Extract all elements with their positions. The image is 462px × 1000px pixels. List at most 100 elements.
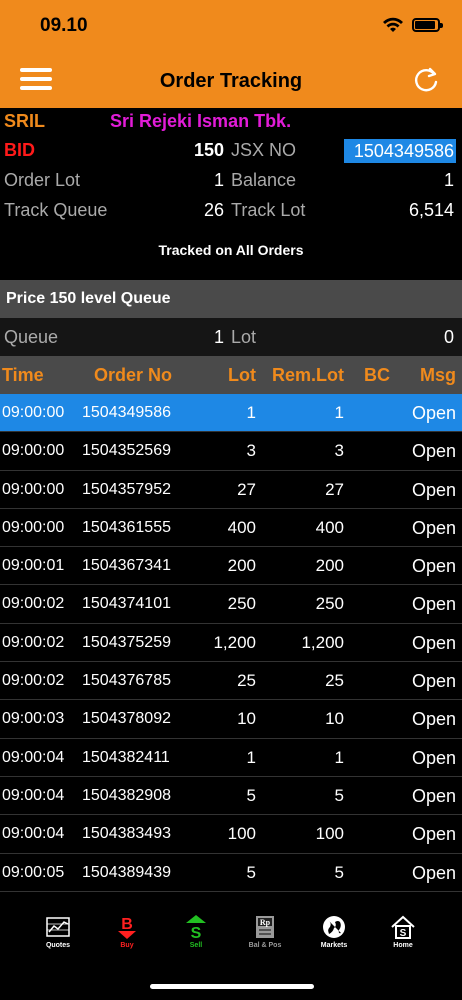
table-row[interactable]: 09:00:00 1504349586 1 1 Open — [0, 394, 462, 433]
wifi-icon — [383, 17, 403, 32]
quotes-icon — [46, 917, 70, 937]
cell-rem-lot: 200 — [315, 556, 344, 576]
table-row[interactable]: 09:00:04 1504382411 1 1 Open — [0, 739, 462, 777]
lot-value: 0 — [443, 327, 454, 347]
tracked-note: Tracked on All Orders — [158, 242, 304, 258]
queue-row: Queue 1 Lot 0 — [0, 318, 462, 356]
bid-row: BID 150 JSX NO 1504349586 — [0, 137, 462, 165]
home-indicator[interactable] — [150, 984, 314, 989]
col-order-no[interactable]: Order No — [94, 356, 172, 394]
balance-value: 1 — [443, 170, 454, 190]
cell-msg: Open — [411, 479, 456, 500]
cell-time: 09:00:00 — [2, 480, 65, 498]
svg-text:S: S — [400, 928, 407, 939]
nav-markets[interactable]: Markets — [304, 914, 364, 954]
cell-lot: 5 — [246, 785, 256, 805]
col-rem-lot[interactable]: Rem.Lot — [272, 356, 344, 394]
jsx-label: JSX NO — [231, 140, 297, 160]
nav-label: Bal & Pos — [248, 942, 282, 949]
table-row[interactable]: 09:00:02 1504374101 250 250 Open — [0, 585, 462, 624]
side-label: BID — [4, 140, 35, 160]
cell-order-no: 1504374101 — [82, 595, 171, 613]
cell-order-no: 1504367341 — [82, 557, 171, 575]
cell-time: 09:00:00 — [2, 442, 65, 460]
cell-rem-lot: 1 — [334, 403, 344, 422]
nav-sell[interactable]: S Sell — [166, 914, 226, 954]
svg-text:S: S — [191, 925, 202, 940]
cell-time: 09:00:01 — [2, 557, 65, 575]
table-row[interactable]: 09:00:00 1504352569 3 3 Open — [0, 432, 462, 471]
track-queue-label: Track Queue — [4, 200, 108, 220]
refresh-icon[interactable] — [412, 66, 440, 94]
order-lot-label: Order Lot — [4, 170, 81, 190]
table-row[interactable]: 09:00:04 1504382908 5 5 Open — [0, 777, 462, 816]
cell-order-no: 1504383493 — [82, 825, 171, 843]
nav-label: Quotes — [45, 942, 71, 949]
cell-msg: Open — [411, 785, 456, 806]
cell-lot: 1,200 — [213, 632, 256, 652]
table-row[interactable]: 09:00:00 1504361555 400 400 Open — [0, 509, 462, 548]
jsx-number[interactable]: 1504349586 — [344, 139, 456, 163]
balance-label: Balance — [231, 170, 297, 190]
stock-info-panel: SRIL Sri Rejeki Isman Tbk. BID 150 JSX N… — [0, 108, 462, 278]
cell-order-no: 1504378092 — [82, 710, 171, 728]
table-row[interactable]: 09:00:02 1504376785 25 25 Open — [0, 662, 462, 701]
track-lot-label: Track Lot — [231, 200, 306, 220]
cell-rem-lot: 3 — [334, 441, 344, 461]
buy-icon: B — [118, 916, 136, 939]
table-row[interactable]: 09:00:01 1504367341 200 200 Open — [0, 547, 462, 586]
company-name: Sri Rejeki Isman Tbk. — [110, 111, 292, 131]
cell-rem-lot: 27 — [325, 479, 344, 499]
table-header: Time Order No Lot Rem.Lot BC Msg — [0, 356, 462, 394]
svg-text:B: B — [121, 916, 133, 933]
cell-msg: Open — [411, 403, 456, 423]
cell-msg: Open — [411, 594, 456, 615]
top-bar: 09.10 Order Tracking — [0, 0, 462, 108]
balance-position-icon: Rp — [256, 916, 274, 938]
col-msg[interactable]: Msg — [420, 356, 456, 394]
table-row[interactable]: 09:00:00 1504357952 27 27 Open — [0, 471, 462, 509]
cell-lot: 1 — [246, 747, 256, 767]
table-row[interactable]: 09:00:03 1504378092 10 10 Open — [0, 700, 462, 739]
col-bc[interactable]: BC — [364, 356, 390, 394]
cell-lot: 100 — [227, 824, 256, 844]
nav-bal-pos[interactable]: Rp Bal & Pos — [235, 914, 295, 954]
battery-icon — [412, 18, 443, 32]
cell-msg: Open — [411, 671, 456, 692]
cell-rem-lot: 100 — [315, 824, 344, 844]
cell-msg: Open — [411, 824, 456, 845]
stock-row: SRIL Sri Rejeki Isman Tbk. — [0, 108, 462, 136]
table-row[interactable]: 09:00:05 1504389439 5 5 Open — [0, 854, 462, 892]
order-lot-row: Order Lot 1 Balance 1 — [0, 167, 462, 195]
table-row[interactable]: 09:00:04 1504383493 100 100 Open — [0, 815, 462, 854]
nav-label: Markets — [320, 942, 348, 949]
nav-quotes[interactable]: Quotes — [28, 914, 88, 954]
svg-text:Rp: Rp — [260, 918, 271, 927]
lot-label: Lot — [231, 327, 257, 347]
cell-rem-lot: 10 — [325, 709, 344, 729]
cell-msg: Open — [411, 709, 456, 730]
cell-msg: Open — [411, 747, 456, 768]
stock-code[interactable]: SRIL — [4, 111, 45, 132]
sell-icon: S — [186, 915, 206, 940]
page-title: Order Tracking — [159, 70, 303, 92]
nav-buy[interactable]: B Buy — [97, 914, 157, 954]
table-row[interactable]: 09:00:02 1504375259 1,200 1,200 Open — [0, 624, 462, 663]
cell-lot: 5 — [246, 862, 256, 882]
cell-rem-lot: 25 — [325, 671, 344, 691]
cell-time: 09:00:02 — [2, 595, 65, 613]
col-lot[interactable]: Lot — [228, 356, 256, 394]
order-table: 09:00:00 1504349586 1 1 Open 09:00:00 15043525… — [0, 394, 462, 902]
cell-rem-lot: 250 — [315, 594, 344, 614]
col-time[interactable]: Time — [2, 356, 44, 394]
status-time: 09.10 — [40, 15, 88, 36]
cell-lot: 200 — [227, 556, 256, 576]
home-icon: S — [391, 915, 415, 939]
cell-time: 09:00:00 — [2, 404, 65, 421]
queue-label: Queue — [4, 327, 59, 347]
nav-home[interactable]: S Home — [373, 914, 433, 954]
cell-lot: 25 — [237, 671, 256, 691]
status-icons — [382, 14, 443, 36]
cell-lot: 400 — [227, 517, 256, 537]
cell-rem-lot: 1 — [334, 747, 344, 767]
